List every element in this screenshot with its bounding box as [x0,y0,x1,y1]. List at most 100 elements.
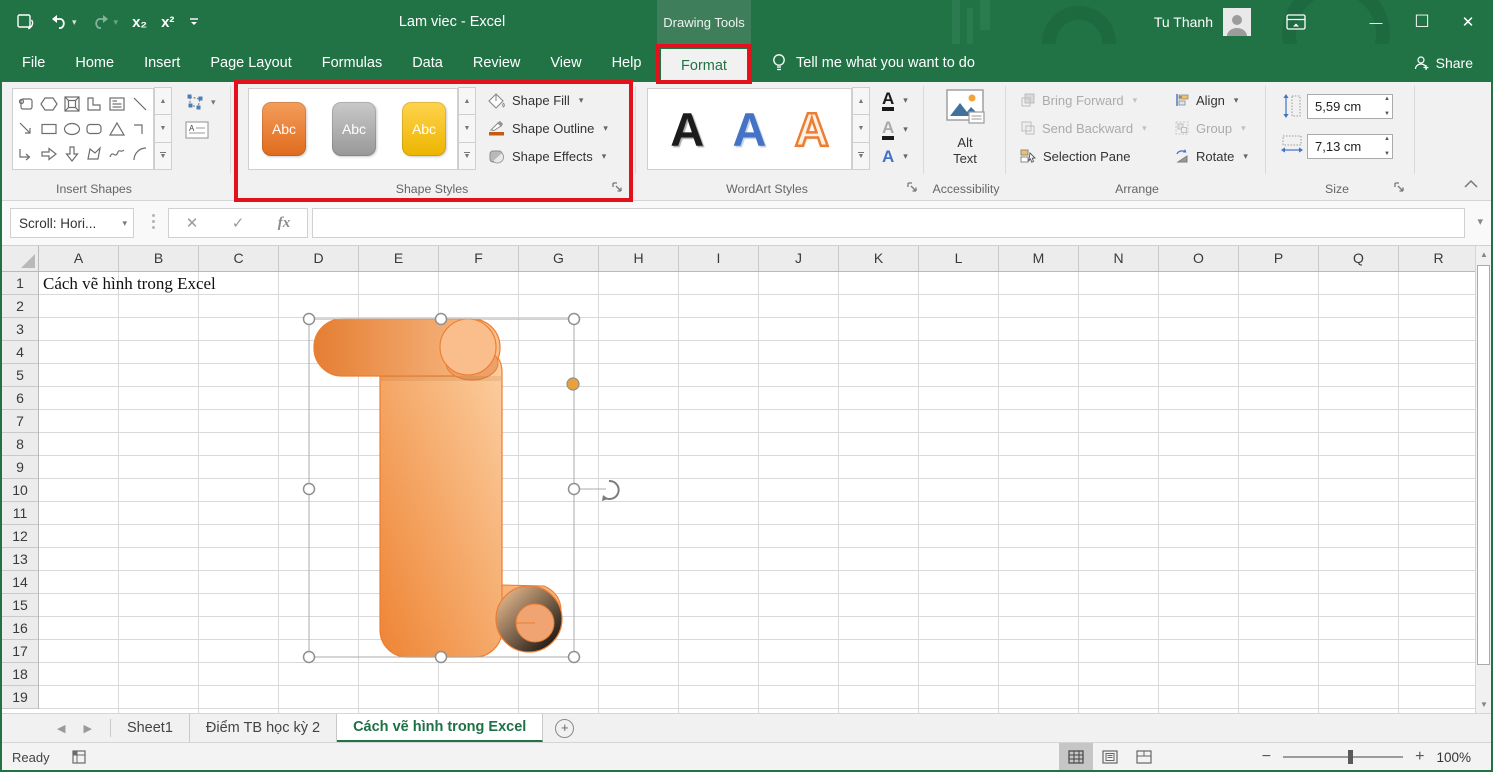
insert-function-icon[interactable]: fx [278,215,291,232]
gallery-up-icon[interactable]: ▲ [852,87,870,115]
corner-shape-icon[interactable] [84,93,105,114]
page-layout-view-button[interactable] [1093,743,1127,771]
shape-styles-dialog-launcher-icon[interactable] [612,182,624,194]
shape-style-preset-2[interactable]: Abc [332,102,376,156]
row-header-4[interactable]: 4 [2,341,38,364]
text-box-icon[interactable] [106,93,127,114]
ribbon-tab-view[interactable]: View [550,55,581,71]
row-header-18[interactable]: 18 [2,663,38,686]
scribble-icon[interactable] [106,144,127,165]
row-header-6[interactable]: 6 [2,387,38,410]
text-effects-button[interactable]: A ▾ [882,148,908,165]
zoom-level[interactable]: 100% [1436,750,1471,765]
send-backward-button[interactable]: Send Backward▾ [1020,120,1147,136]
zoom-slider[interactable] [1283,756,1403,758]
row-header-5[interactable]: 5 [2,364,38,387]
arc-icon[interactable] [129,144,150,165]
sheet-tab-1[interactable]: Sheet1 [111,714,190,742]
expand-formula-bar-icon[interactable]: ▾ [1477,215,1483,228]
cancel-icon[interactable]: ✕ [186,214,199,232]
column-header-C[interactable]: C [199,246,279,271]
sheet-tab-3[interactable]: Cách vẽ hình trong Excel [337,714,543,742]
gallery-down-icon[interactable]: ▼ [852,114,870,142]
bring-forward-button[interactable]: Bring Forward▾ [1020,92,1137,108]
name-box-dropdown-icon[interactable]: ▾ [122,218,127,229]
oval-icon[interactable] [61,118,82,139]
row-header-14[interactable]: 14 [2,571,38,594]
row-header-12[interactable]: 12 [2,525,38,548]
page-break-preview-button[interactable] [1127,743,1161,771]
group-button[interactable]: Group▾ [1174,120,1246,136]
width-spinner[interactable]: ▲▼ [1384,136,1390,157]
enter-icon[interactable]: ✓ [232,214,245,232]
account-area[interactable]: Tu Thanh [1154,0,1251,44]
new-sheet-button[interactable]: + [555,714,574,742]
horizontal-scroll-icon[interactable] [16,93,37,114]
alt-text-button[interactable]: Alt Text [938,88,992,176]
column-header-B[interactable]: B [119,246,199,271]
gallery-up-icon[interactable]: ▲ [458,87,476,115]
row-header-11[interactable]: 11 [2,502,38,525]
grid-cells[interactable] [39,272,1479,713]
column-header-D[interactable]: D [279,246,359,271]
wordart-style-blue[interactable]: A [733,106,767,153]
column-header-J[interactable]: J [759,246,839,271]
ribbon-tab-insert[interactable]: Insert [144,55,180,71]
text-box-button[interactable]: A [185,120,209,140]
row-header-3[interactable]: 3 [2,318,38,341]
ribbon-tab-data[interactable]: Data [412,55,443,71]
cell-a1-text[interactable]: Cách vẽ hình trong Excel [43,273,216,295]
row-header-9[interactable]: 9 [2,456,38,479]
column-header-E[interactable]: E [359,246,439,271]
normal-view-button[interactable] [1059,743,1093,771]
row-header-7[interactable]: 7 [2,410,38,433]
select-all-corner[interactable] [2,246,39,272]
row-header-10[interactable]: 10 [2,479,38,502]
collapse-ribbon-icon[interactable] [1463,176,1479,194]
shape-style-preset-3[interactable]: Abc [402,102,446,156]
column-header-H[interactable]: H [599,246,679,271]
share-button[interactable]: Share [1414,44,1473,82]
shape-effects-button[interactable]: Shape Effects▾ [488,148,606,165]
formula-input[interactable] [312,208,1465,238]
row-header-16[interactable]: 16 [2,617,38,640]
column-header-I[interactable]: I [679,246,759,271]
subscript-button[interactable]: x₂ [132,14,147,31]
block-arrow-down-icon[interactable] [61,144,82,165]
sheet-tab-2[interactable]: Điểm TB học kỳ 2 [190,714,337,742]
align-button[interactable]: Align▾ [1174,92,1238,108]
scroll-down-icon[interactable]: ▼ [1476,696,1492,713]
gallery-more-icon[interactable]: ▼ [458,142,476,170]
vertical-scrollbar-thumb[interactable] [1477,265,1490,665]
gallery-more-icon[interactable]: ▼ [154,142,172,170]
rectangle-icon[interactable] [38,118,59,139]
row-header-19[interactable]: 19 [2,686,38,709]
undo-dropdown-icon[interactable]: ▾ [72,17,77,28]
shape-outline-button[interactable]: Shape Outline▾ [488,120,608,137]
customize-qat-icon[interactable] [188,16,200,28]
elbow-arrow-connector-icon[interactable] [16,144,37,165]
column-header-N[interactable]: N [1079,246,1159,271]
shape-width-field[interactable]: 7,13 cm ▲▼ [1307,134,1393,159]
hexagon-icon[interactable] [38,93,59,114]
rounded-rectangle-icon[interactable] [84,118,105,139]
horizontal-scroll-shape[interactable] [297,303,647,675]
selection-pane-button[interactable]: Selection Pane [1020,148,1130,164]
gallery-more-icon[interactable]: ▼ [852,142,870,170]
ribbon-tab-formulas[interactable]: Formulas [322,55,382,71]
name-box[interactable]: Scroll: Hori... ▾ [10,208,134,238]
tell-me-box[interactable]: Tell me what you want to do [772,44,975,82]
height-spinner[interactable]: ▲▼ [1384,96,1390,117]
diagonal-line-icon[interactable] [129,93,150,114]
zoom-slider-thumb[interactable] [1348,750,1353,764]
arrow-line-icon[interactable] [16,118,37,139]
column-header-R[interactable]: R [1399,246,1479,271]
text-fill-button[interactable]: A ▾ [882,90,908,111]
row-header-2[interactable]: 2 [2,295,38,318]
column-header-A[interactable]: A [39,246,119,271]
row-header-13[interactable]: 13 [2,548,38,571]
elbow-connector-icon[interactable] [129,118,150,139]
row-header-17[interactable]: 17 [2,640,38,663]
column-header-Q[interactable]: Q [1319,246,1399,271]
undo-button[interactable]: ▾ [49,14,77,30]
